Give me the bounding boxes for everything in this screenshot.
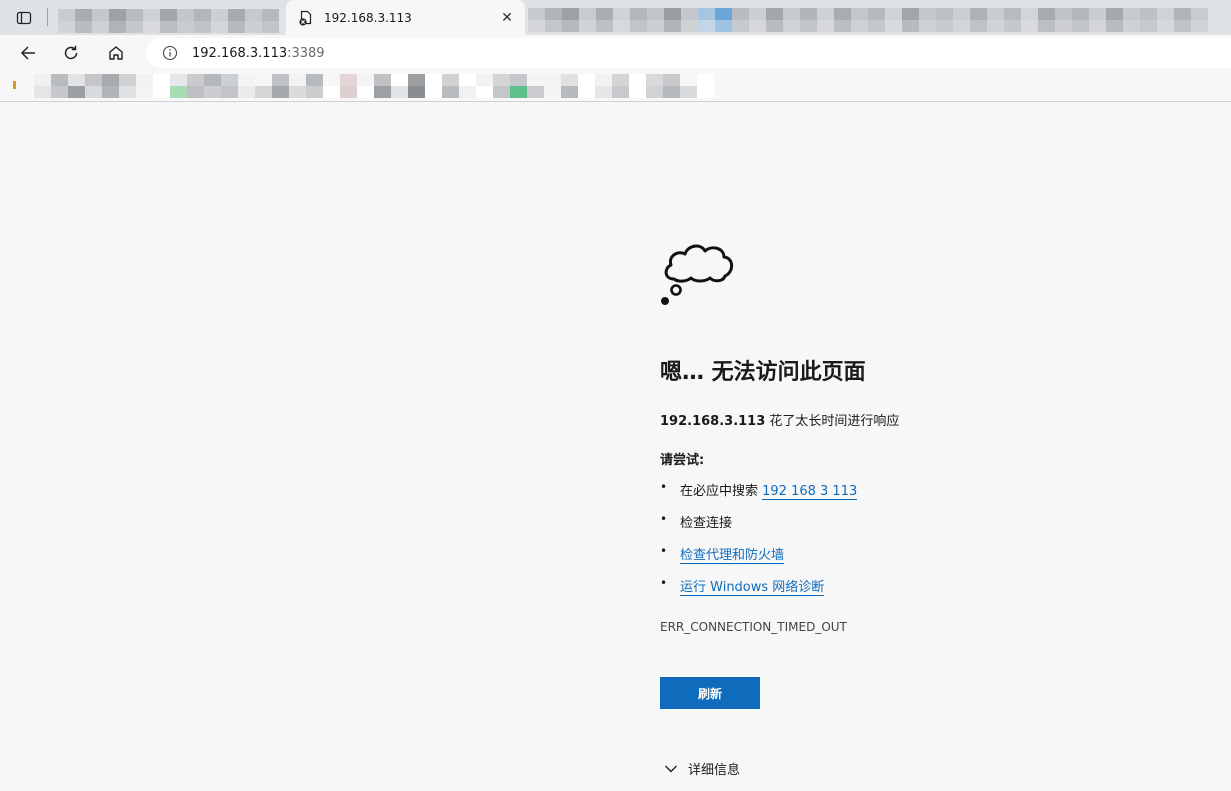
active-tab[interactable]: 192.168.3.113 ✕ — [286, 0, 525, 35]
home-icon — [109, 46, 123, 60]
suggestion-check-proxy: 检查代理和防火墙 — [660, 544, 857, 576]
url-port: :3389 — [287, 45, 325, 61]
suggestions-list: 在必应中搜索 192 168 3 113 检查连接 检查代理和防火墙 运行 Wi… — [660, 480, 858, 608]
site-info-icon[interactable] — [162, 45, 178, 61]
suggestion-search: 在必应中搜索 192 168 3 113 — [660, 480, 858, 512]
check-proxy-link[interactable]: 检查代理和防火墙 — [680, 548, 785, 564]
tab-actions-button[interactable] — [8, 6, 40, 30]
favorite-folder-icon[interactable] — [11, 79, 19, 91]
check-connection-text: 检查连接 — [680, 516, 733, 531]
blurred-favorites-row2 — [34, 86, 714, 98]
url-host: 192.168.3.113 — [192, 45, 288, 61]
tab-actions-icon — [16, 11, 32, 25]
blurred-tabs-right-row2 — [528, 20, 1208, 32]
refresh-icon — [64, 45, 78, 60]
suggestion-check-connection: 检查连接 — [660, 512, 857, 544]
refresh-button[interactable] — [57, 39, 85, 67]
back-button[interactable] — [14, 39, 42, 67]
run-diagnostics-link[interactable]: 运行 Windows 网络诊断 — [680, 580, 825, 596]
address-bar[interactable]: 192.168.3.113:3389 — [146, 38, 1231, 68]
error-message-text: 花了太长时间进行响应 — [765, 414, 900, 429]
close-tab-icon[interactable]: ✕ — [495, 6, 519, 30]
blurred-tab-left[interactable] — [58, 9, 279, 21]
url-text[interactable]: 192.168.3.113:3389 — [192, 46, 325, 61]
refresh-page-button[interactable]: 刷新 — [660, 677, 760, 709]
chevron-down-icon — [665, 765, 677, 772]
error-host: 192.168.3.113 — [660, 414, 766, 429]
error-heading: 嗯… 无法访问此页面 — [660, 360, 866, 385]
blurred-tab-left-row2 — [58, 21, 279, 33]
bing-search-link[interactable]: 192 168 3 113 — [762, 484, 858, 500]
navigation-toolbar: 192.168.3.113:3389 — [0, 35, 1231, 70]
favorites-bar — [0, 70, 1231, 102]
page-error-icon — [299, 10, 312, 26]
error-message: 192.168.3.113 花了太长时间进行响应 — [660, 410, 899, 429]
suggestion-run-diagnostics: 运行 Windows 网络诊断 — [660, 576, 857, 608]
blurred-tabs-right[interactable] — [528, 8, 1208, 20]
thought-cloud-icon — [661, 244, 734, 305]
try-label: 请尝试: — [660, 453, 705, 468]
details-toggle[interactable]: 详细信息 — [664, 759, 740, 778]
details-label: 详细信息 — [688, 763, 741, 778]
active-tab-title: 192.168.3.113 — [324, 10, 412, 25]
search-prefix: 在必应中搜索 — [680, 484, 763, 499]
home-button[interactable] — [102, 39, 130, 67]
blurred-favorites-row1[interactable] — [34, 74, 714, 86]
tab-strip: 192.168.3.113 ✕ — [0, 0, 1231, 35]
tab-separator — [47, 8, 48, 26]
back-arrow-icon — [20, 46, 35, 60]
error-code: ERR_CONNECTION_TIMED_OUT — [660, 620, 847, 634]
